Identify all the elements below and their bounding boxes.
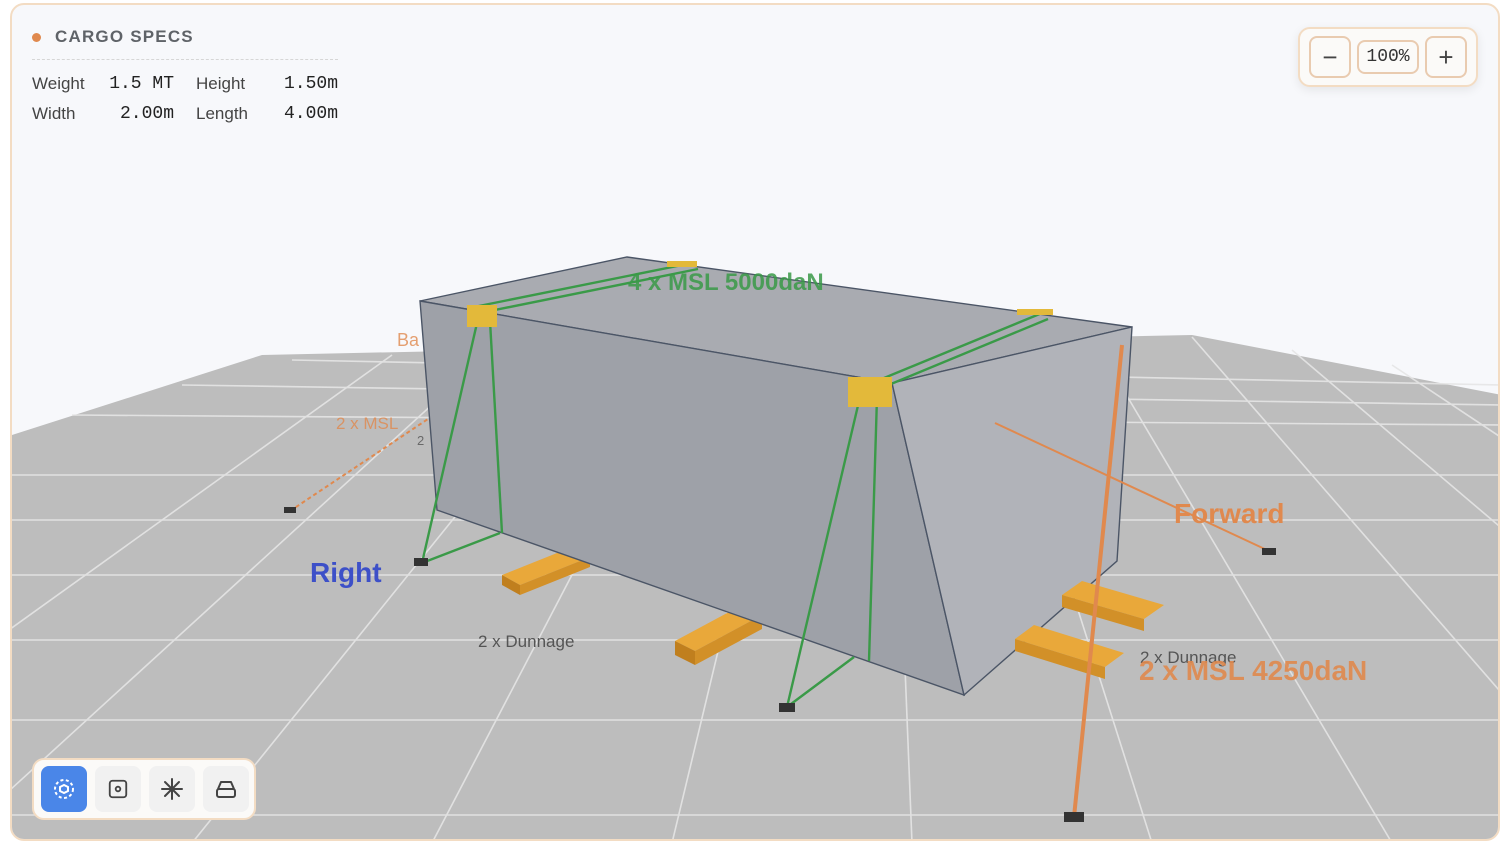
width-label: Width	[32, 104, 76, 123]
length-label: Length	[196, 104, 248, 123]
dunnage-left-label: 2 x Dunnage	[478, 632, 574, 651]
front-anchor	[1064, 812, 1084, 822]
orbit-icon	[54, 779, 74, 799]
front-lashing-label: 2 x MSL 4250daN	[1139, 655, 1367, 686]
forward-anchor	[1262, 548, 1276, 555]
zoom-in-button[interactable]: +	[1425, 36, 1467, 78]
back-anchor	[284, 507, 296, 513]
right-direction-label: Right	[310, 557, 382, 588]
back-lashing-label: 2 x MSL	[336, 414, 398, 433]
anchor-point	[779, 703, 795, 712]
cargo-specs-title: CARGO SPECS	[55, 27, 194, 46]
zoom-level[interactable]: 100%	[1357, 40, 1419, 74]
corner-protector	[848, 377, 892, 407]
status-dot	[32, 32, 41, 42]
cargo-specs-panel: CARGO SPECS Weight 1.5 MT Height 1.50m W…	[32, 27, 338, 124]
focus-icon	[108, 779, 128, 799]
forward-direction-label: Forward	[1174, 498, 1284, 529]
orbit-view-button[interactable]	[41, 766, 87, 812]
corner-protector	[467, 305, 497, 327]
zoom-out-button[interactable]: −	[1309, 36, 1351, 78]
small-count-label: 2	[417, 433, 424, 448]
height-label: Height	[196, 74, 246, 93]
height-value: 1.50m	[283, 74, 338, 94]
corner-protector	[667, 261, 697, 267]
weight-value: 1.5 MT	[109, 74, 174, 94]
sparkle-view-button[interactable]	[149, 766, 195, 812]
focus-view-button[interactable]	[95, 766, 141, 812]
width-value: 2.00m	[119, 104, 174, 124]
cargo-specs-grid: Weight 1.5 MT Height 1.50m Width 2.00m L…	[32, 74, 338, 124]
anchor-point	[414, 558, 428, 566]
box-view-button[interactable]	[203, 766, 249, 812]
sparkle-icon	[161, 778, 183, 800]
cargo-specs-header: CARGO SPECS	[32, 27, 338, 60]
length-value: 4.00m	[283, 104, 338, 124]
corner-protector	[1017, 309, 1053, 315]
top-lashing-label: 4 x MSL 5000daN	[628, 269, 824, 296]
box-view-icon	[216, 781, 236, 798]
cargo-3d-viewer[interactable]: Ba 2 x MSL 2 4 x MSL 5000daN Right Forwa…	[10, 3, 1500, 841]
view-toolbar	[32, 758, 256, 820]
weight-label: Weight	[32, 74, 85, 93]
zoom-control: − 100% +	[1298, 27, 1478, 87]
scene-canvas[interactable]: Ba 2 x MSL 2 4 x MSL 5000daN Right Forwa…	[12, 5, 1500, 841]
back-label: Ba	[397, 330, 420, 350]
